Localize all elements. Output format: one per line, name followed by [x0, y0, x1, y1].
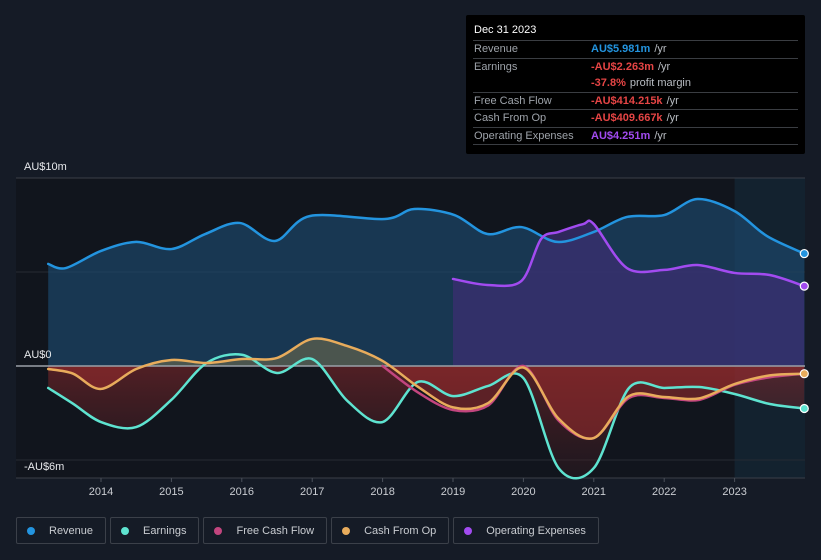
legend-label: Revenue	[49, 524, 94, 537]
x-tick-label: 2022	[652, 486, 676, 498]
tooltip-row-profit-margin: -37.8% profit margin	[473, 75, 798, 93]
legend-item-free-cash-flow[interactable]: Free Cash Flow	[203, 517, 328, 544]
x-tick-label: 2016	[230, 486, 254, 498]
legend-label: Cash From Op	[364, 524, 437, 537]
legend-label: Free Cash Flow	[236, 524, 315, 537]
tooltip-value: -37.8%	[591, 77, 626, 90]
tooltip-unit: /yr	[654, 129, 667, 142]
tooltip-row-free-cash-flow: Free Cash Flow -AU$414.215k /yr	[473, 93, 798, 110]
tooltip-key: Revenue	[474, 43, 519, 56]
operating-expenses-dot-icon	[464, 526, 473, 535]
tooltip-row-cash-from-op: Cash From Op -AU$409.667k /yr	[473, 110, 798, 128]
tooltip-key: Operating Expenses	[474, 129, 574, 142]
tooltip-unit: /yr	[654, 43, 667, 56]
tooltip-row-revenue: Revenue AU$5.981m /yr	[473, 41, 798, 59]
x-tick-label: 2021	[582, 486, 606, 498]
x-tick-label: 2014	[89, 486, 113, 498]
x-tick-label: 2020	[511, 486, 535, 498]
revenue-dot-icon	[27, 526, 35, 535]
x-tick-label: 2023	[722, 486, 746, 498]
tooltip: Dec 31 2023 Revenue AU$5.981m /yr Earnin…	[466, 15, 805, 154]
tooltip-row-earnings: Earnings -AU$2.263m /yr	[473, 59, 798, 76]
legend-label: Operating Expenses	[486, 524, 586, 537]
tooltip-row-operating-expenses: Operating Expenses AU$4.251m /yr	[473, 128, 798, 145]
tooltip-unit: /yr	[666, 112, 679, 125]
x-tick-label: 2019	[441, 486, 465, 498]
y-tick-label: AU$10m	[24, 161, 67, 173]
legend-label: Earnings	[143, 524, 187, 537]
earnings-dot-icon	[121, 526, 130, 535]
tooltip-value: -AU$2.263m	[591, 60, 654, 73]
y-tick-label: -AU$6m	[24, 461, 64, 473]
tooltip-key: Cash From Op	[474, 112, 547, 125]
revenue-end-marker	[799, 248, 809, 259]
operating-expenses-end-marker	[799, 281, 809, 291]
tooltip-key: Free Cash Flow	[474, 94, 552, 107]
cash-from-op-end-marker	[799, 369, 809, 379]
legend-item-earnings[interactable]: Earnings	[110, 517, 200, 544]
legend-item-operating-expenses[interactable]: Operating Expenses	[453, 517, 599, 544]
y-tick-label: AU$0	[24, 349, 52, 361]
legend: Revenue Earnings Free Cash Flow Cash Fro…	[16, 517, 599, 544]
x-tick-label: 2015	[159, 486, 183, 498]
tooltip-unit: profit margin	[629, 77, 691, 90]
tooltip-value: -AU$414.215k	[591, 94, 663, 107]
tooltip-value: AU$5.981m	[591, 43, 651, 56]
legend-item-revenue[interactable]: Revenue	[16, 517, 107, 544]
tooltip-unit: /yr	[657, 60, 671, 73]
free-cash-flow-dot-icon	[214, 526, 223, 535]
tooltip-value: AU$4.251m	[591, 129, 651, 142]
x-tick-label: 2017	[300, 486, 324, 498]
cash-from-op-dot-icon	[342, 526, 351, 535]
earnings-end-marker	[799, 403, 809, 414]
x-tick-label: 2018	[370, 486, 394, 498]
tooltip-date: Dec 31 2023	[473, 23, 798, 41]
legend-item-cash-from-op[interactable]: Cash From Op	[331, 517, 450, 544]
tooltip-key: Earnings	[474, 60, 518, 73]
tooltip-value: -AU$409.667k	[591, 112, 663, 125]
tooltip-unit: /yr	[666, 94, 679, 107]
